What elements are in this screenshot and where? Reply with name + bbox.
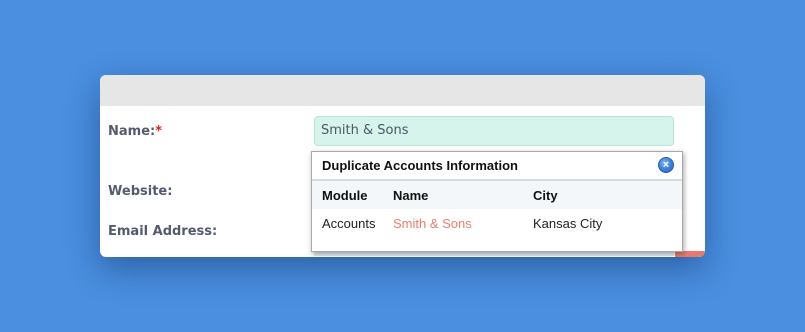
row-city: Kansas City: [533, 216, 603, 231]
close-icon[interactable]: ×: [658, 157, 674, 173]
column-header-city: City: [533, 188, 558, 203]
email-field-label: Email Address:: [108, 224, 218, 239]
column-header-module: Module: [322, 188, 368, 203]
row-module: Accounts: [322, 216, 376, 231]
name-label-text: Name:: [108, 124, 156, 139]
website-field-label: Website:: [108, 184, 173, 199]
required-marker: *: [155, 124, 163, 139]
row-account-name-link[interactable]: Smith & Sons: [393, 216, 472, 231]
table-header-row: Module Name City: [312, 181, 682, 209]
name-field-label: Name:*: [108, 124, 162, 139]
popup-title-bar: Duplicate Accounts Information ×: [312, 152, 682, 181]
popup-title: Duplicate Accounts Information: [322, 158, 518, 173]
name-input[interactable]: Smith & Sons: [314, 116, 674, 146]
panel-header: [100, 75, 705, 106]
duplicate-accounts-popup: Duplicate Accounts Information × Module …: [311, 151, 683, 252]
table-row: Accounts Smith & Sons Kansas City: [312, 209, 682, 237]
column-header-name: Name: [393, 188, 429, 203]
